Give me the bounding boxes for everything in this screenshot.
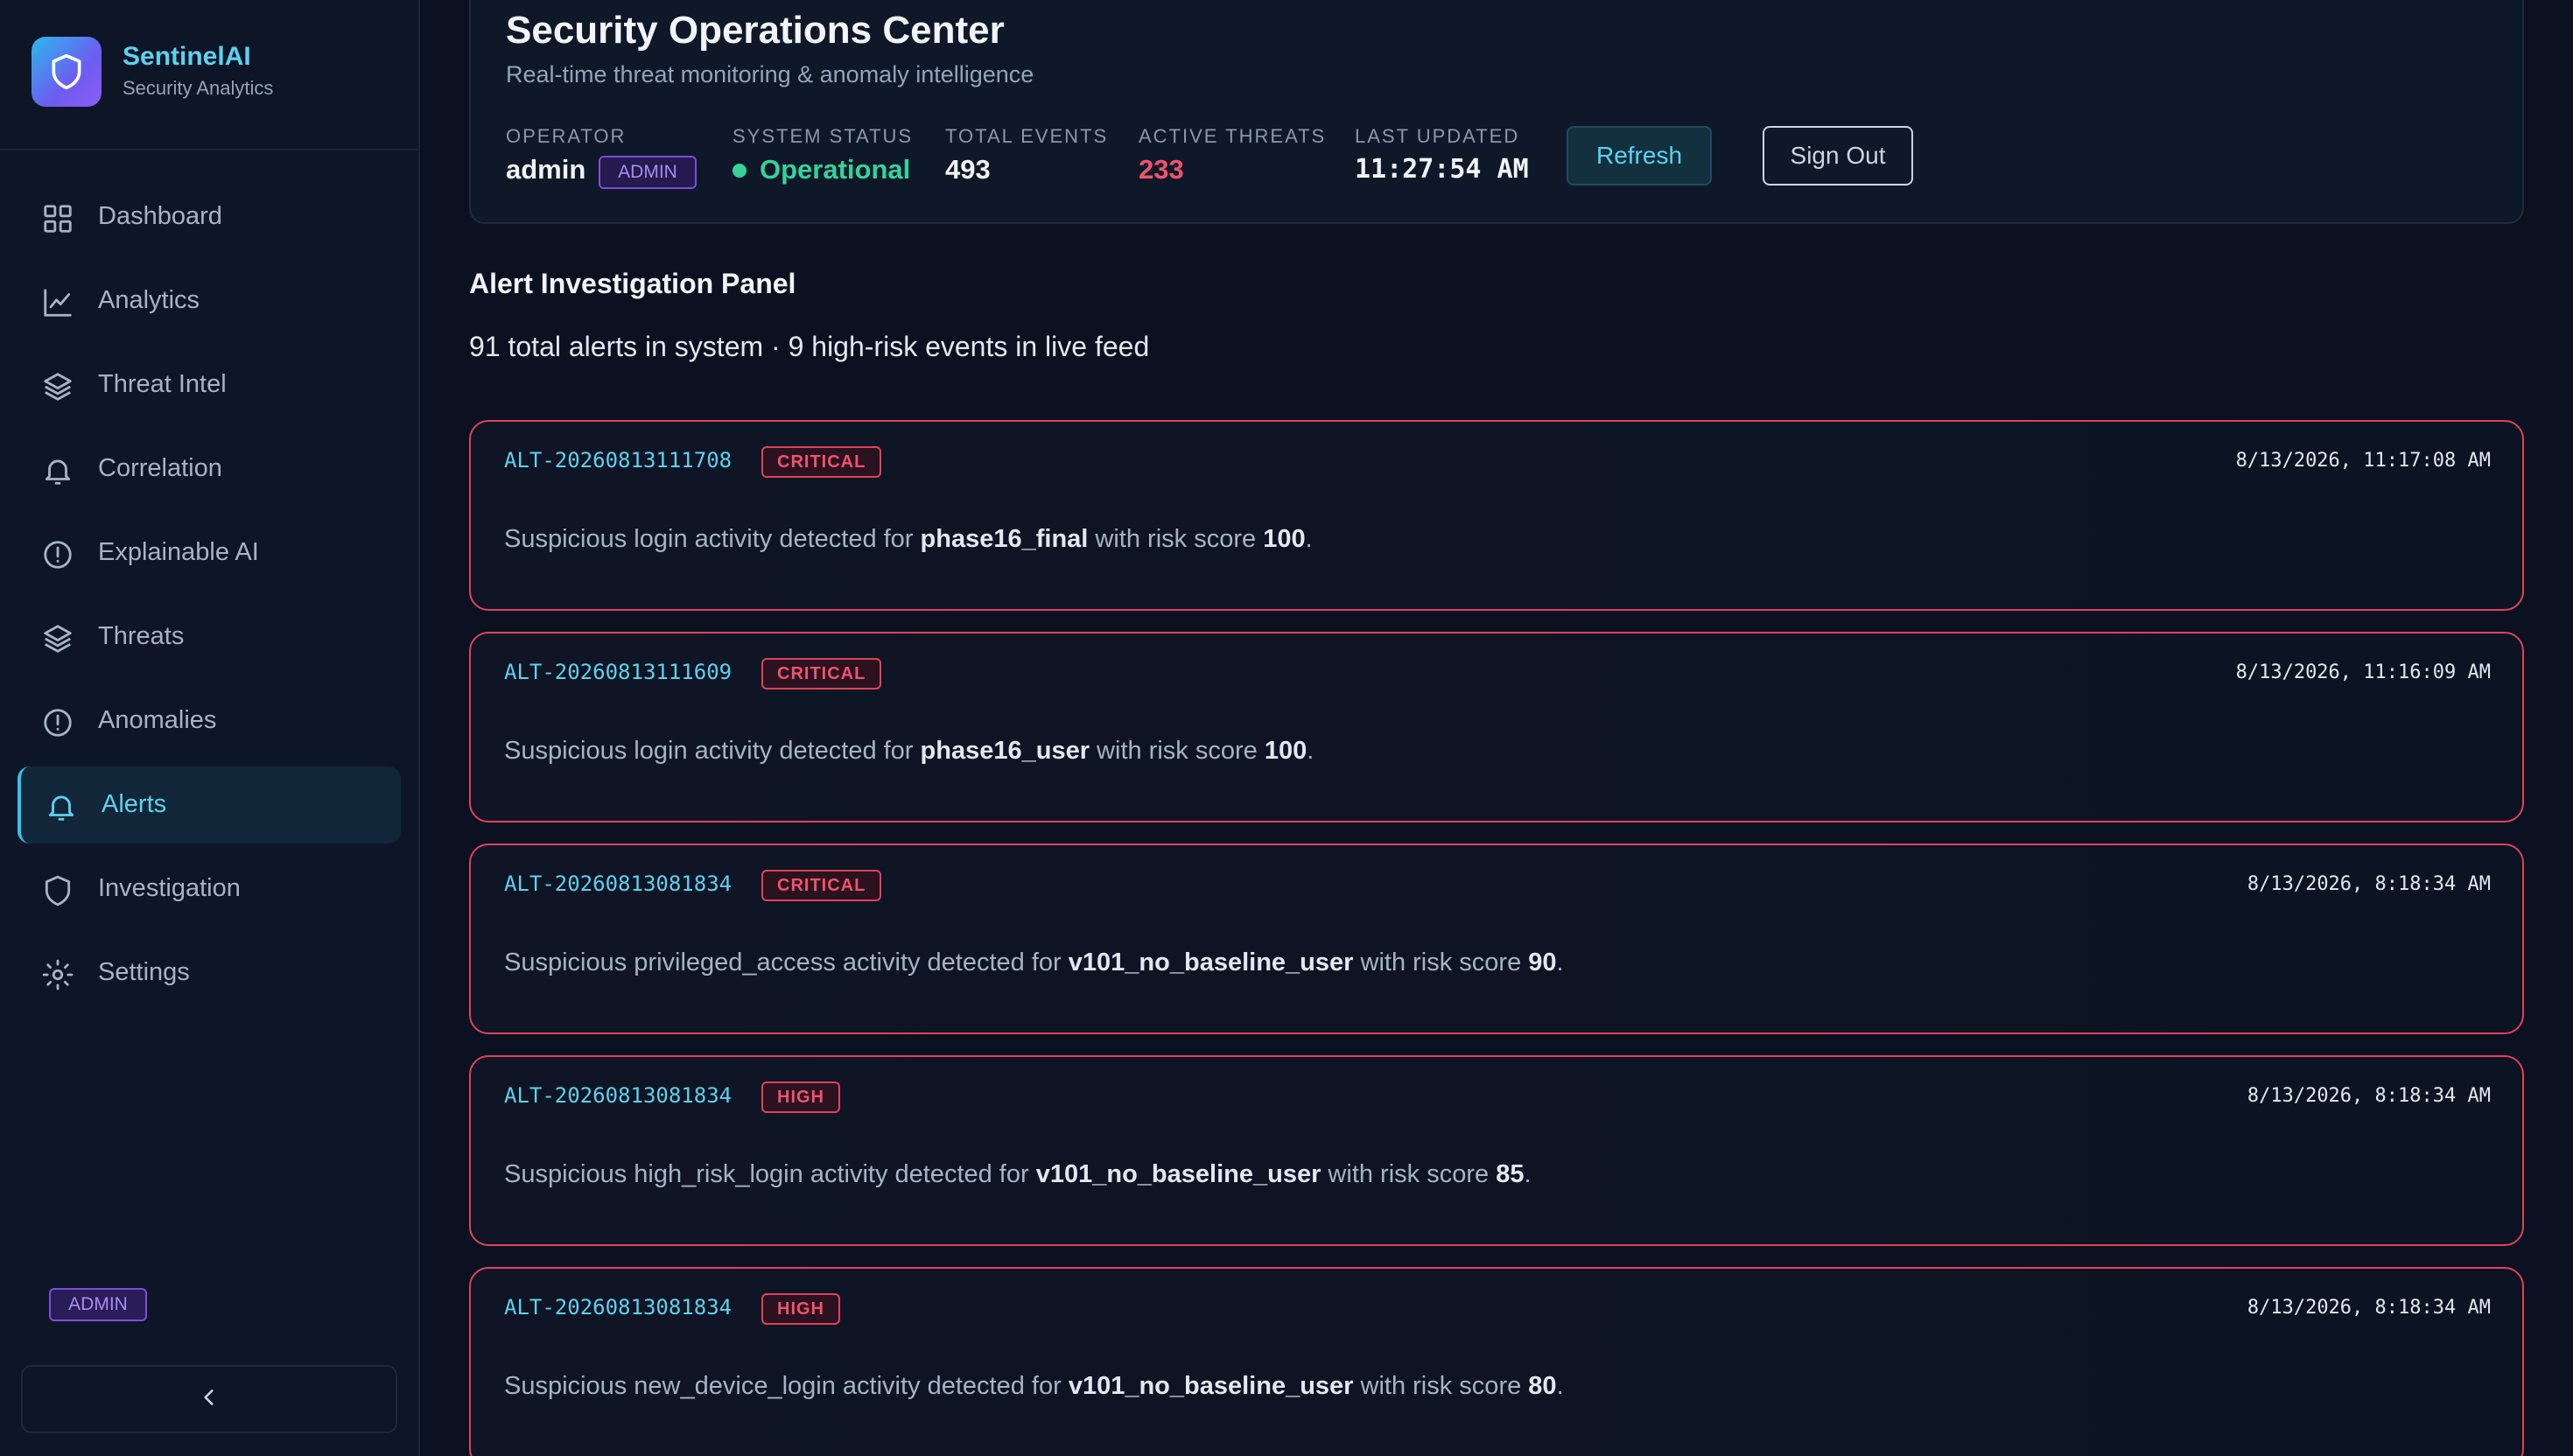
alert-timestamp: 8/13/2026, 11:16:09 AM [2235, 662, 2491, 683]
line-chart-icon [40, 285, 75, 320]
alert-id: ALT-20260813081834 [504, 1295, 733, 1320]
system-status-value: Operational [760, 154, 911, 185]
alert-user: v101_no_baseline_user [1068, 1372, 1354, 1400]
alert-id: ALT-20260813081834 [504, 872, 733, 896]
operator-label: OPERATOR [506, 125, 627, 147]
sidebar-item-threats[interactable]: Threats [18, 598, 401, 676]
alert-score: 100 [1263, 525, 1306, 553]
brand: SentinelAI Security Analytics [0, 0, 418, 150]
gear-icon [40, 957, 75, 992]
sidebar-item-label: Investigation [98, 874, 241, 902]
alert-message: Suspicious login activity detected for p… [504, 525, 1313, 553]
operator-role-badge: ADMIN [599, 156, 697, 189]
sidebar-item-label: Threat Intel [98, 370, 227, 398]
page-subtitle: Real-time threat monitoring & anomaly in… [506, 61, 1034, 88]
sidebar-item-dashboard[interactable]: Dashboard [18, 178, 401, 256]
sidebar-item-settings[interactable]: Settings [18, 934, 401, 1012]
collapse-sidebar-button[interactable] [21, 1365, 397, 1433]
shield-logo-icon [32, 37, 102, 107]
last-updated-value: 11:27:54 AM [1355, 154, 1529, 185]
panel-title: Alert Investigation Panel [469, 268, 796, 299]
sidebar-item-label: Correlation [98, 454, 222, 482]
total-events-value: 493 [945, 154, 991, 185]
alert-score: 90 [1528, 948, 1557, 976]
brand-subtitle: Security Analytics [123, 77, 274, 99]
alert-timestamp: 8/13/2026, 8:18:34 AM [2247, 1085, 2491, 1107]
last-updated-label: LAST UPDATED [1355, 125, 1520, 147]
sidebar-item-correlation[interactable]: Correlation [18, 430, 401, 508]
sidebar-item-label: Explainable AI [98, 538, 259, 566]
bell-icon [40, 453, 75, 488]
alert-message: Suspicious privileged_access activity de… [504, 948, 1564, 976]
alert-score: 80 [1528, 1372, 1557, 1400]
alert-timestamp: 8/13/2026, 8:18:34 AM [2247, 873, 2491, 895]
shield-icon [40, 873, 75, 908]
alert-id: ALT-20260813081834 [504, 1083, 733, 1108]
panel-summary: 91 total alerts in system · 9 high-risk … [469, 331, 1150, 362]
grid-icon [40, 201, 75, 236]
alert-card[interactable]: ALT-20260813111708 CRITICAL 8/13/2026, 1… [469, 420, 2524, 611]
refresh-button[interactable]: Refresh [1567, 126, 1712, 186]
sidebar-item-explainable-ai[interactable]: Explainable AI [18, 514, 401, 592]
chevron-left-icon [198, 1386, 221, 1413]
alert-user: v101_no_baseline_user [1068, 948, 1354, 976]
bell-icon [44, 789, 79, 824]
sidebar-item-investigation[interactable]: Investigation [18, 850, 401, 928]
active-threats-value: 233 [1139, 154, 1184, 185]
alert-user: phase16_final [920, 525, 1089, 553]
sidebar-item-threat-intel[interactable]: Threat Intel [18, 346, 401, 424]
sidebar-item-label: Anomalies [98, 706, 217, 734]
brand-name: SentinelAI [123, 42, 251, 71]
status-dot [733, 164, 747, 178]
severity-badge: HIGH [761, 1082, 840, 1113]
sidebar-item-anomalies[interactable]: Anomalies [18, 682, 401, 760]
alert-circle-icon [40, 705, 75, 740]
alert-message: Suspicious new_device_login activity det… [504, 1372, 1564, 1400]
severity-badge: CRITICAL [761, 658, 882, 690]
layers-icon [40, 621, 75, 656]
alert-circle-icon [40, 537, 75, 572]
alert-score: 85 [1496, 1160, 1525, 1188]
role-badge: ADMIN [49, 1288, 147, 1321]
sidebar-item-label: Threats [98, 622, 185, 650]
alert-timestamp: 8/13/2026, 8:18:34 AM [2247, 1297, 2491, 1319]
alert-id: ALT-20260813111708 [504, 448, 733, 472]
alert-message: Suspicious login activity detected for p… [504, 737, 1315, 765]
page-title: Security Operations Center [506, 9, 1005, 52]
alert-card[interactable]: ALT-20260813111609 CRITICAL 8/13/2026, 1… [469, 632, 2524, 822]
severity-badge: CRITICAL [761, 870, 882, 901]
alert-score: 100 [1264, 737, 1308, 765]
alert-card[interactable]: ALT-20260813081834 HIGH 8/13/2026, 8:18:… [469, 1267, 2524, 1456]
severity-badge: HIGH [761, 1293, 840, 1325]
sidebar-item-label: Analytics [98, 286, 200, 314]
alert-card[interactable]: ALT-20260813081834 CRITICAL 8/13/2026, 8… [469, 844, 2524, 1034]
severity-badge: CRITICAL [761, 446, 882, 478]
alert-id: ALT-20260813111609 [504, 660, 733, 684]
alert-card[interactable]: ALT-20260813081834 HIGH 8/13/2026, 8:18:… [469, 1055, 2524, 1246]
system-status-label: SYSTEM STATUS [733, 125, 914, 147]
layers-icon [40, 369, 75, 404]
operator-value: admin [506, 154, 586, 185]
sidebar-item-analytics[interactable]: Analytics [18, 262, 401, 340]
active-threats-label: ACTIVE THREATS [1139, 125, 1327, 147]
sidebar-item-label: Settings [98, 958, 190, 986]
sidebar-item-alerts[interactable]: Alerts [18, 766, 401, 844]
alert-timestamp: 8/13/2026, 11:17:08 AM [2235, 450, 2491, 472]
alert-user: v101_no_baseline_user [1035, 1160, 1322, 1188]
sign-out-button[interactable]: Sign Out [1763, 126, 1913, 186]
sidebar-item-label: Dashboard [98, 202, 222, 230]
total-events-label: TOTAL EVENTS [945, 125, 1109, 147]
sidebar-item-label: Alerts [102, 790, 167, 818]
alert-user: phase16_user [920, 737, 1090, 765]
sidebar: SentinelAI Security Analytics Dashboard … [0, 0, 420, 1456]
alert-message: Suspicious high_risk_login activity dete… [504, 1160, 1532, 1188]
